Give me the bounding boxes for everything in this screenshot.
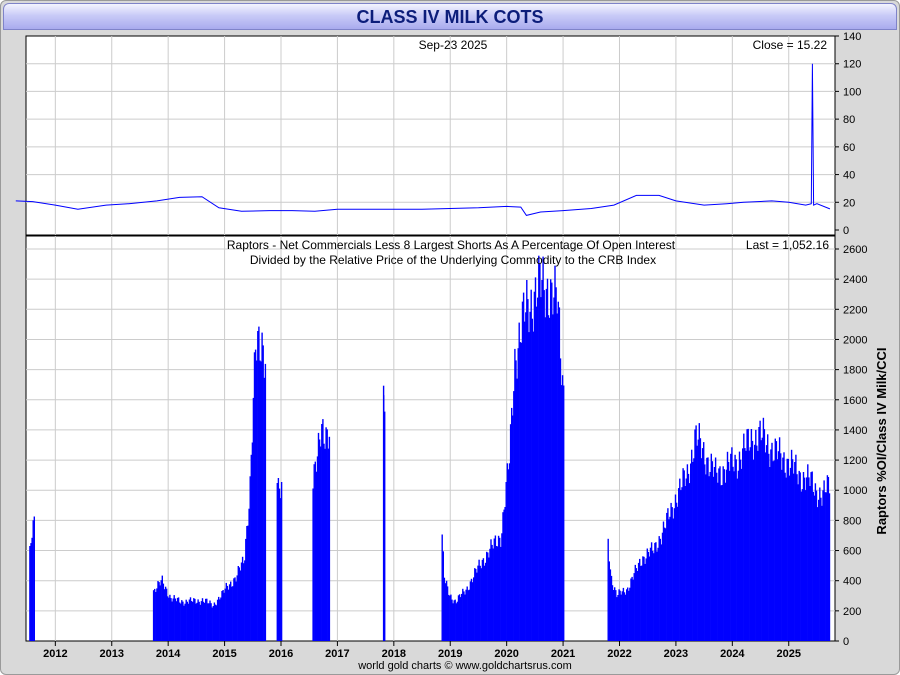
raptors-bar <box>280 482 283 641</box>
x-tick-label: 2023 <box>664 648 688 660</box>
bottom-y-tick-label: 0 <box>843 636 849 648</box>
top-y-tick-label: 20 <box>843 197 855 209</box>
x-tick-label: 2020 <box>494 648 518 660</box>
bottom-y-tick-label: 200 <box>843 606 861 618</box>
bottom-y-tick-label: 2000 <box>843 334 867 346</box>
top-y-tick-label: 60 <box>843 142 855 154</box>
raptors-bar <box>828 493 831 641</box>
x-tick-label: 2015 <box>212 648 236 660</box>
x-tick-label: 2012 <box>43 648 67 660</box>
bottom-y-tick-label: 1000 <box>843 485 867 497</box>
x-tick-label: 2013 <box>100 648 124 660</box>
raptors-bar <box>563 385 565 641</box>
top-y-tick-label: 0 <box>843 225 849 237</box>
top-y-tick-label: 40 <box>843 170 855 182</box>
raptors-bar <box>33 516 35 641</box>
bottom-y-tick-label: 400 <box>843 576 861 588</box>
bottom-y-tick-label: 2400 <box>843 274 867 286</box>
bottom-title: Raptors - Net Commercials Less 8 Largest… <box>227 238 676 252</box>
bottom-y-tick-label: 2200 <box>843 304 867 316</box>
top-panel <box>25 35 836 236</box>
bottom-y-tick-label: 2600 <box>843 244 867 256</box>
top-y-tick-label: 120 <box>843 59 861 71</box>
bottom-y-tick-label: 800 <box>843 515 861 527</box>
top-close-label: Close = 15.22 <box>753 38 828 52</box>
x-tick-label: 2017 <box>325 648 349 660</box>
bottom-y-tick-label: 1600 <box>843 395 867 407</box>
chart-svg: 2012 2013 2014 2015 2016 2017 2018 2019 2020 2021… <box>15 31 889 672</box>
x-tick-label: 2021 <box>551 648 575 660</box>
top-date-label: Sep-23 2025 <box>419 38 488 52</box>
raptors-bar <box>383 395 385 641</box>
bottom-y-tick-label: 1800 <box>843 365 867 377</box>
chart-window: CLASS IV MILK COTS 2012 2013 2014 2015 2016 2… <box>0 0 900 675</box>
bottom-y-tick-label: 1200 <box>843 455 867 467</box>
bottom-subtitle: Divided by the Relative Price of the Und… <box>250 253 656 267</box>
footer-credit: world gold charts © www.goldchartsrus.co… <box>357 660 572 672</box>
top-y-tick-label: 100 <box>843 86 861 98</box>
raptors-bar <box>328 436 331 641</box>
bottom-last-label: Last = 1,052.16 <box>746 238 829 252</box>
x-tick-label: 2022 <box>607 648 631 660</box>
x-tick-label: 2019 <box>438 648 462 660</box>
bottom-y-axis-label: Raptors %OI/Class IV Milk/CCI <box>874 347 889 534</box>
x-tick-label: 2016 <box>269 648 293 660</box>
top-y-tick-label: 140 <box>843 31 861 43</box>
x-tick-label: 2024 <box>720 648 745 660</box>
x-tick-label: 2025 <box>776 648 800 660</box>
bottom-y-tick-label: 1400 <box>843 425 867 437</box>
x-tick-label: 2018 <box>382 648 406 660</box>
x-tick-label: 2014 <box>156 648 181 660</box>
bottom-y-tick-label: 600 <box>843 546 861 558</box>
top-y-tick-label: 80 <box>843 114 855 126</box>
raptors-bar <box>264 363 267 641</box>
